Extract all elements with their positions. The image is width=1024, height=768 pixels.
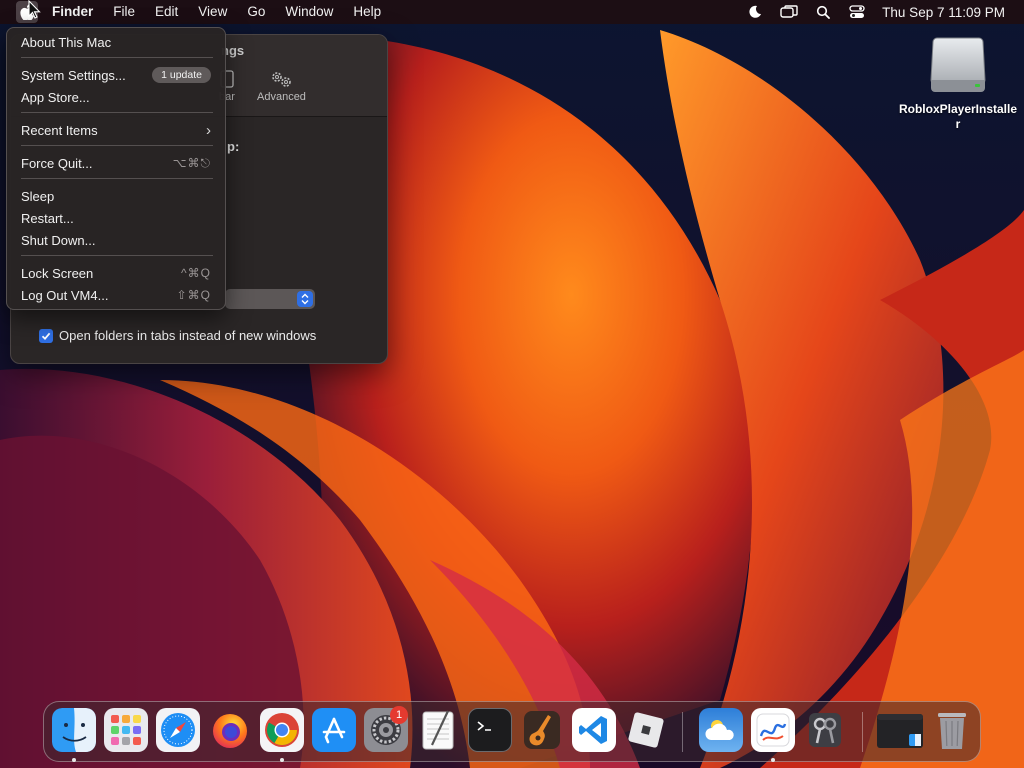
- running-indicator: [771, 758, 775, 762]
- menu-go[interactable]: Go: [237, 0, 275, 24]
- menu-shut-down[interactable]: Shut Down...: [13, 229, 219, 251]
- menu-app-name[interactable]: Finder: [42, 0, 103, 24]
- menu-item-label: Force Quit...: [21, 155, 93, 171]
- menu-separator: [21, 255, 213, 256]
- menu-shortcut: ⌥⌘⎋: [172, 155, 211, 170]
- dock-garageband-icon[interactable]: [520, 708, 564, 752]
- menu-item-label: System Settings...: [21, 67, 126, 83]
- mouse-cursor-icon: [28, 0, 42, 20]
- chevron-right-icon: ›: [206, 121, 211, 139]
- advanced-gear-icon: [266, 67, 296, 91]
- menu-help[interactable]: Help: [343, 0, 391, 24]
- dock-divider: [862, 712, 863, 752]
- menu-separator: [21, 57, 213, 58]
- menu-bar: Finder File Edit View Go Window Help Thu…: [0, 0, 1024, 24]
- menu-shortcut: ⇧⌘Q: [176, 288, 211, 302]
- menu-item-label: About This Mac: [21, 34, 112, 50]
- menu-item-label: Lock Screen: [21, 265, 94, 281]
- dock-textedit-icon[interactable]: [416, 708, 460, 752]
- dock-firefox-icon[interactable]: [208, 708, 252, 752]
- menu-item-label: Recent Items: [21, 122, 98, 138]
- menu-shortcut: ^⌘Q: [181, 266, 211, 280]
- dock-vscode-icon[interactable]: [572, 708, 616, 752]
- control-center-icon[interactable]: [840, 0, 874, 24]
- dock-trash-icon[interactable]: [930, 708, 974, 752]
- apple-menu-dropdown: About This Mac System Settings... 1 upda…: [6, 27, 226, 310]
- menu-system-settings[interactable]: System Settings... 1 update: [13, 64, 219, 86]
- dock-app-store-icon[interactable]: [312, 708, 356, 752]
- running-indicator: [72, 758, 76, 762]
- dock-freeform-icon[interactable]: [751, 708, 795, 752]
- menu-file[interactable]: File: [103, 0, 145, 24]
- dock-chrome-icon[interactable]: [260, 708, 304, 752]
- menu-separator: [21, 112, 213, 113]
- menu-restart[interactable]: Restart...: [13, 207, 219, 229]
- dock-weather-icon[interactable]: [699, 708, 743, 752]
- spotlight-search-icon[interactable]: [806, 0, 840, 24]
- menu-log-out[interactable]: Log Out VM4... ⇧⌘Q: [13, 284, 219, 306]
- popup-chevron-icon: [297, 291, 313, 307]
- dock: 1: [43, 701, 981, 762]
- focus-moon-icon[interactable]: [738, 0, 772, 24]
- menubar-clock[interactable]: Thu Sep 7 11:09 PM: [874, 5, 1024, 20]
- tab-advanced-label: Advanced: [257, 91, 306, 103]
- menu-separator: [21, 178, 213, 179]
- dock-minimized-window-icon[interactable]: [876, 708, 924, 752]
- menu-lock-screen[interactable]: Lock Screen ^⌘Q: [13, 262, 219, 284]
- menu-item-label: Restart...: [21, 210, 74, 226]
- disk-image-icon: [929, 36, 987, 96]
- dock-divider: [682, 712, 683, 752]
- menu-view[interactable]: View: [188, 0, 237, 24]
- dock-finder-icon[interactable]: [52, 708, 96, 752]
- menu-recent-items[interactable]: Recent Items ›: [13, 119, 219, 141]
- dock-safari-icon[interactable]: [156, 708, 200, 752]
- screen-mirroring-icon[interactable]: [772, 0, 806, 24]
- menu-window[interactable]: Window: [275, 0, 343, 24]
- desktop-icon-label: RobloxPlayerInstaller: [898, 102, 1018, 131]
- open-folders-in-tabs-checkbox[interactable]: [39, 328, 53, 343]
- menu-sleep[interactable]: Sleep: [13, 185, 219, 207]
- desktop-disk-image-icon[interactable]: RobloxPlayerInstaller: [898, 36, 1018, 132]
- menu-app-store[interactable]: App Store...: [13, 86, 219, 108]
- open-folders-in-tabs-label: Open folders in tabs instead of new wind…: [59, 328, 317, 343]
- dock-keychain-access-icon[interactable]: [803, 708, 847, 752]
- update-badge: 1 update: [152, 67, 211, 83]
- new-window-shows-label: p:: [227, 139, 240, 154]
- dock-roblox-icon[interactable]: [624, 708, 668, 752]
- menu-separator: [21, 145, 213, 146]
- menu-item-label: App Store...: [21, 89, 90, 105]
- menu-item-label: Shut Down...: [21, 232, 96, 248]
- menu-about-this-mac[interactable]: About This Mac: [13, 31, 219, 53]
- open-folders-in-tabs-row: Open folders in tabs instead of new wind…: [39, 328, 316, 343]
- system-settings-badge: 1: [390, 706, 408, 724]
- menu-force-quit[interactable]: Force Quit... ⌥⌘⎋: [13, 152, 219, 174]
- menu-edit[interactable]: Edit: [145, 0, 188, 24]
- dock-launchpad-icon[interactable]: [104, 708, 148, 752]
- menu-item-label: Sleep: [21, 188, 55, 204]
- menu-item-label: Log Out VM4...: [21, 287, 109, 303]
- dock-terminal-icon[interactable]: [468, 708, 512, 752]
- tab-advanced[interactable]: Advanced: [257, 67, 306, 103]
- new-window-popup[interactable]: [225, 289, 315, 309]
- running-indicator: [280, 758, 284, 762]
